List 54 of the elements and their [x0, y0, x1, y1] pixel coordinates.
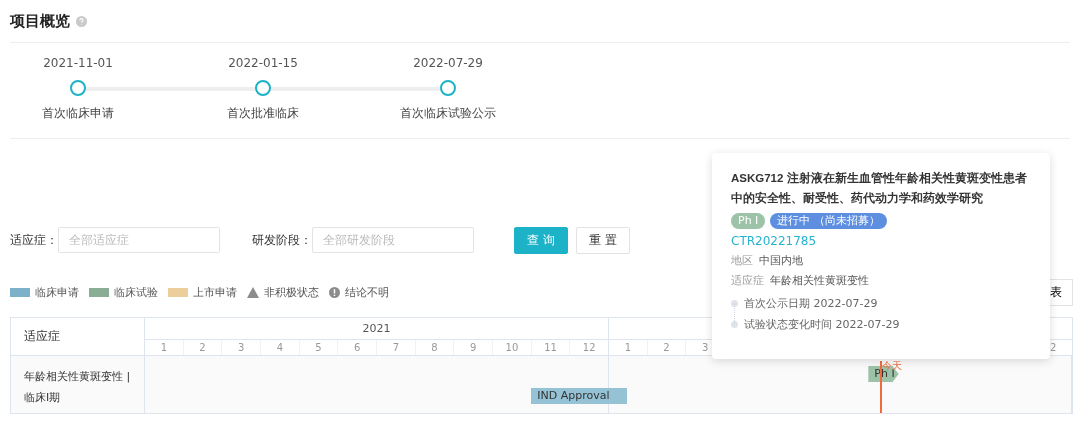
triangle-icon	[247, 287, 259, 298]
event-text: 试验状态变化时间 2022-07-29	[744, 317, 900, 332]
legend-label: 临床试验	[114, 285, 158, 300]
milestone-dot	[70, 80, 86, 96]
month-label: 9	[470, 342, 477, 353]
gantt-bar[interactable]: IND Approval	[531, 388, 627, 404]
field-value: 中国内地	[759, 253, 803, 268]
month-label: 12	[582, 342, 596, 353]
milestone-label: 首次批准临床	[227, 105, 299, 122]
select-field[interactable]: 全部适应症	[58, 227, 220, 253]
event-dot	[731, 321, 738, 328]
month-label: 3	[238, 342, 245, 353]
legend-label: 结论不明	[345, 285, 389, 300]
month-label: 2	[199, 342, 206, 353]
month-label: 5	[315, 342, 322, 353]
milestone-label: 首次临床试验公示	[400, 105, 496, 122]
legend-label: 上市申请	[193, 285, 237, 300]
column-header: 适应症	[11, 318, 145, 355]
legend-label: 临床申请	[35, 285, 79, 300]
select-field[interactable]: 全部研发阶段	[312, 227, 474, 253]
month-label: 3	[702, 342, 709, 353]
section-title: 项目概览	[10, 11, 70, 31]
month-label: 1	[624, 342, 631, 353]
month-label: 6	[354, 342, 361, 353]
reset-button[interactable]: 重 置	[575, 226, 630, 254]
month-label: 2	[663, 342, 670, 353]
year-label: 2021	[362, 322, 391, 335]
milestone-date: 2022-07-29	[413, 56, 483, 72]
milestone-date: 2022-01-15	[228, 56, 298, 72]
legend-label: 非积极状态	[264, 285, 319, 300]
month-label: 1	[160, 342, 167, 353]
month-label: 11	[544, 342, 557, 353]
event-dot	[731, 300, 738, 307]
field-label: 地区	[731, 253, 753, 268]
filter-label: 适应症：	[10, 231, 58, 249]
status-tag: 进行中 （尚未招募）	[770, 213, 887, 229]
phase-tag: Ph I	[731, 213, 766, 229]
month-label: 2	[1050, 342, 1057, 353]
alert-icon	[329, 287, 340, 298]
help-icon[interactable]	[76, 15, 87, 27]
month-label: 10	[505, 342, 519, 353]
row-label: 年龄相关性黄斑变性 | 临床I期	[11, 356, 145, 413]
month-label: 4	[276, 342, 284, 353]
milestone-date: 2021-11-01	[43, 56, 113, 72]
event-text: 首次公示日期 2022-07-29	[744, 296, 878, 311]
field-label: 适应症	[731, 273, 764, 288]
trial-title: ASKG712 注射液在新生血管性年龄相关性黄斑变性患者中的安全性、耐受性、药代动力学和药效学研究	[731, 170, 1028, 206]
filter-label: 研发阶段：	[252, 231, 312, 249]
field-value: 年龄相关性黄斑变性	[770, 273, 869, 288]
milestone-dot	[440, 80, 456, 96]
milestone-label: 首次临床申请	[42, 105, 114, 122]
month-label: 7	[392, 342, 400, 353]
milestone-dot	[255, 80, 271, 96]
month-label: 8	[431, 342, 438, 353]
